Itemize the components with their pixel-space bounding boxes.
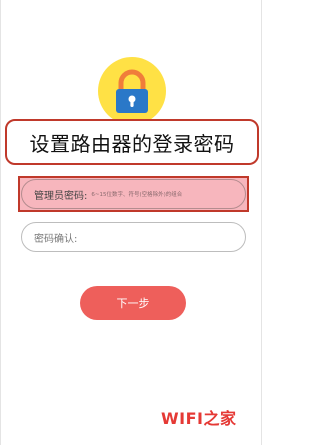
next-button-label: 下一步 <box>116 297 150 310</box>
confirm-password-field[interactable]: 密码确认: <box>21 222 246 252</box>
watermark: WIFI之家 <box>161 409 237 428</box>
page-title-box: 设置路由器的登录密码 <box>5 119 259 165</box>
admin-password-placeholder: 6~15位数字、符号(空格除外)的组合 <box>91 192 183 198</box>
admin-password-label: 管理员密码: <box>34 190 88 202</box>
confirm-password-label: 密码确认: <box>34 233 78 245</box>
phone-frame: 设置路由器的登录密码 管理员密码: 6~15位数字、符号(空格除外)的组合 密码… <box>0 0 262 445</box>
lock-icon <box>98 57 166 125</box>
page-title: 设置路由器的登录密码 <box>29 131 235 156</box>
admin-password-field[interactable]: 管理员密码: 6~15位数字、符号(空格除外)的组合 <box>21 179 246 209</box>
next-button[interactable]: 下一步 <box>80 286 186 320</box>
